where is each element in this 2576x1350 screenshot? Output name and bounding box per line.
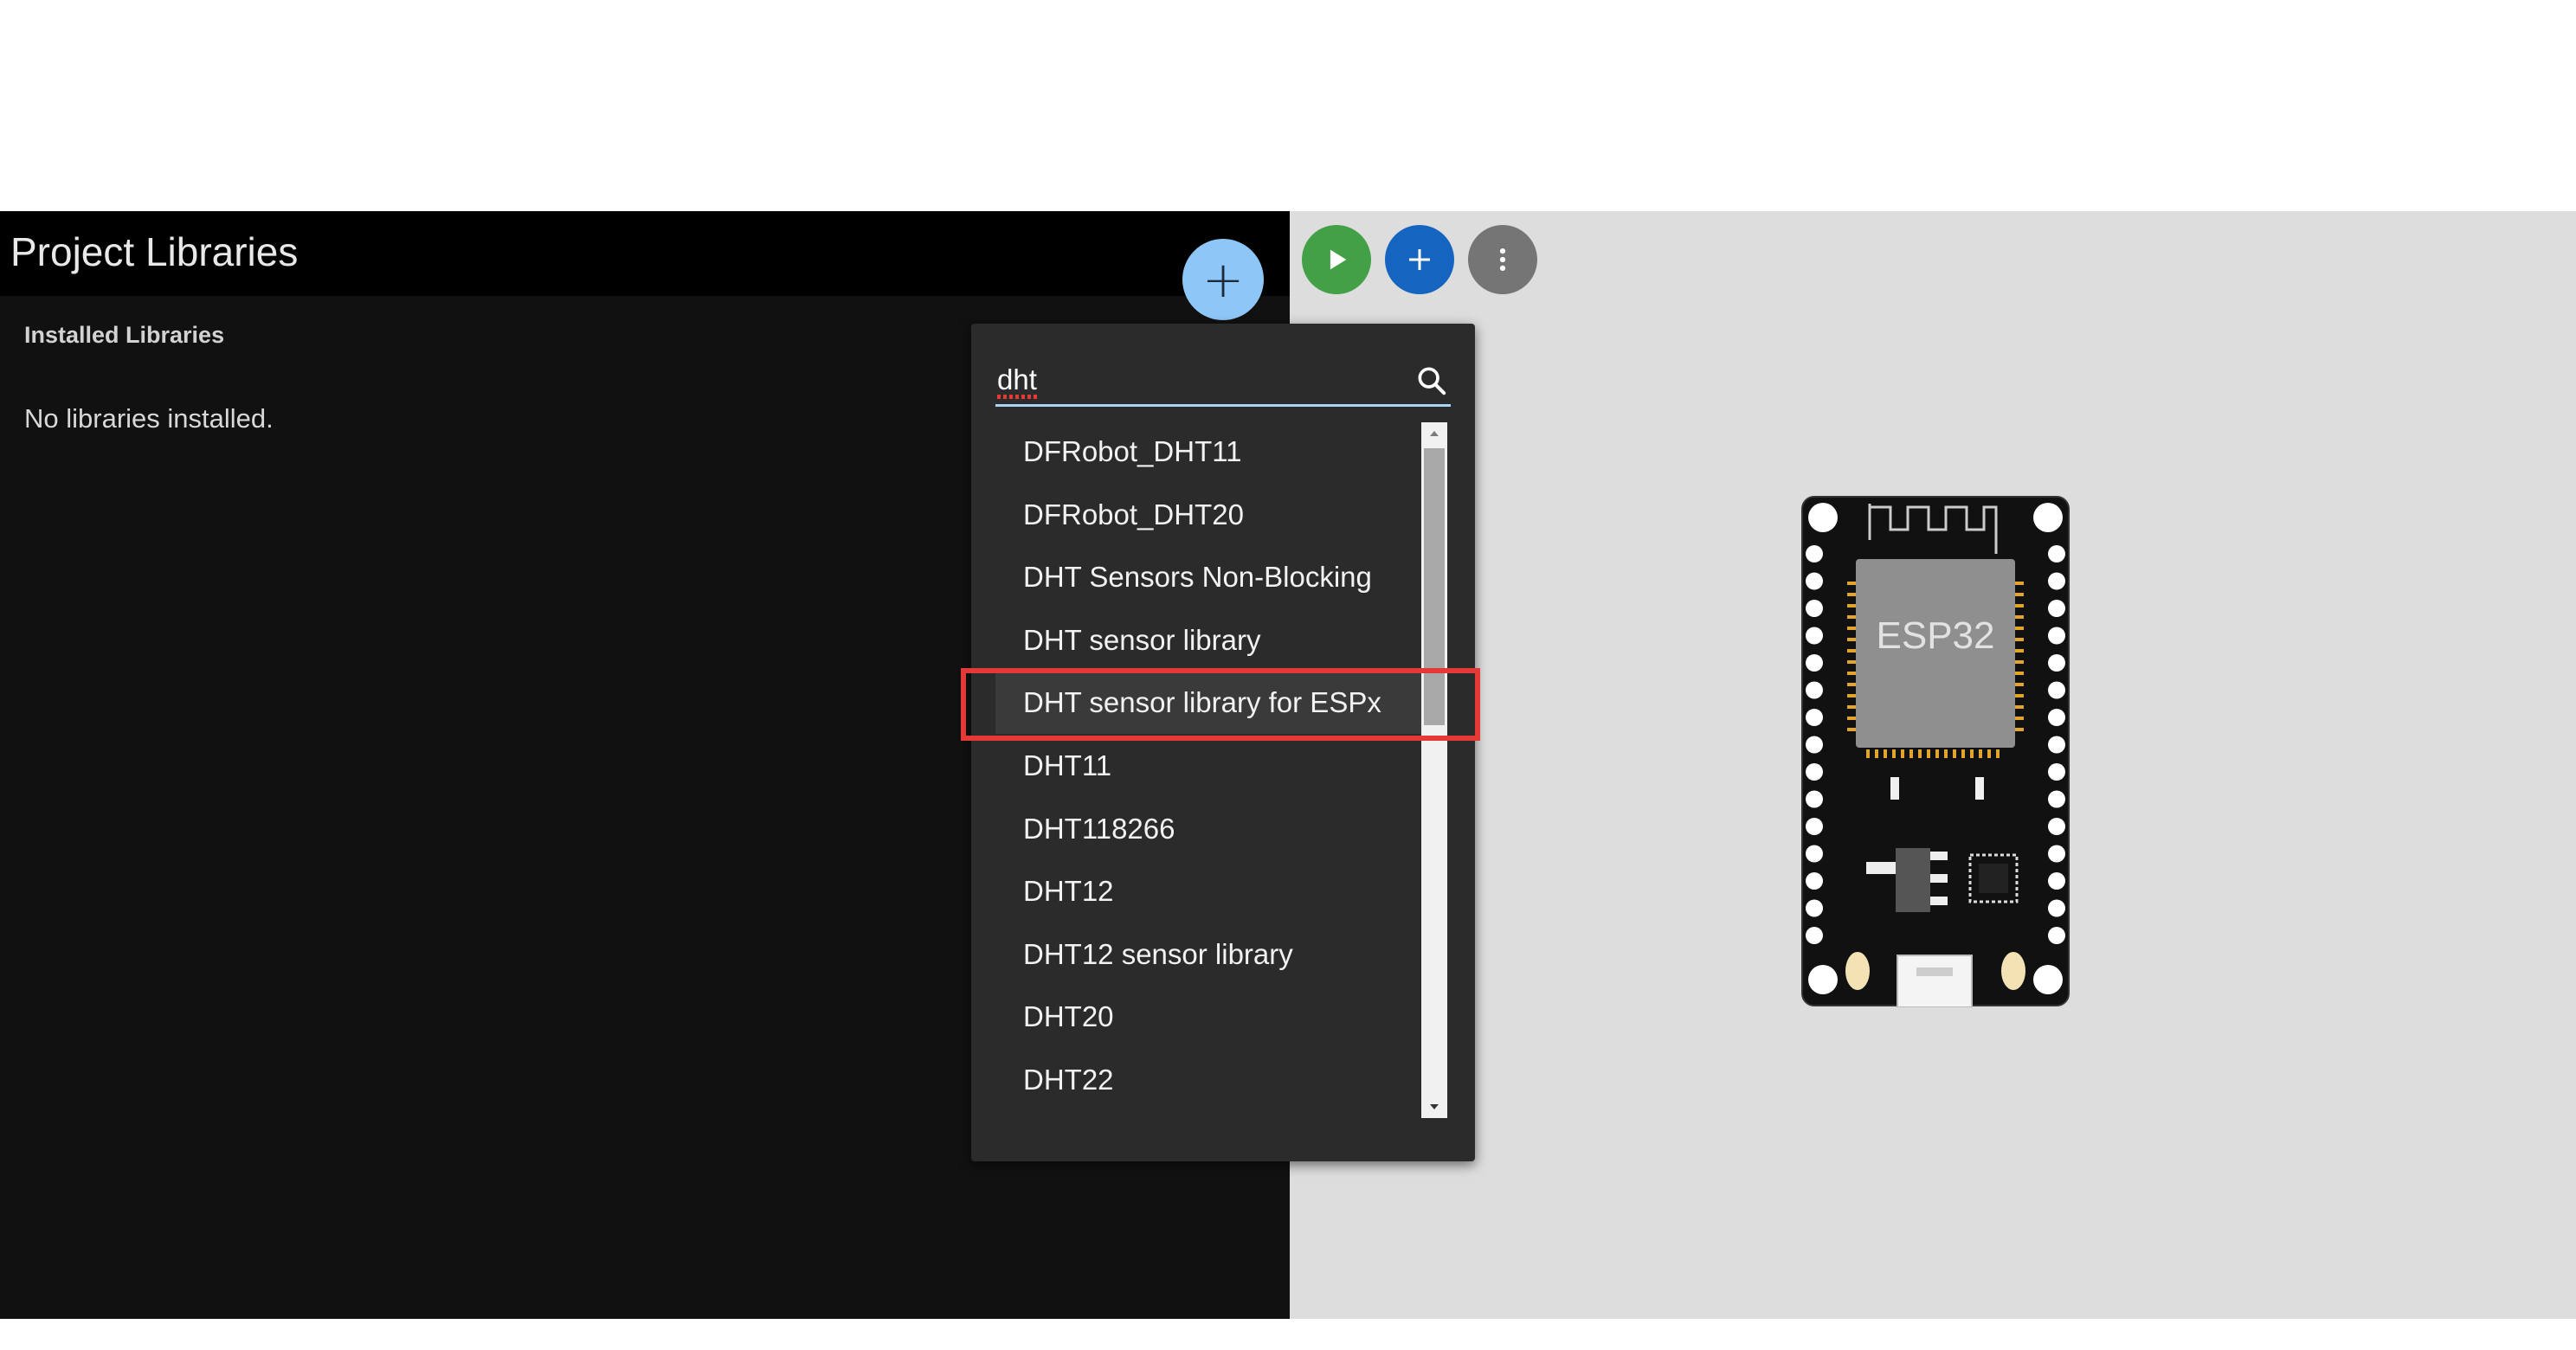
play-icon (1330, 249, 1347, 270)
library-result-item[interactable]: DHT20 (995, 986, 1425, 1048)
library-result-item[interactable]: DHT12 sensor library (995, 923, 1425, 986)
library-result-item[interactable]: DHT118266 (995, 798, 1425, 860)
add-part-button[interactable] (1385, 225, 1454, 294)
empty-libraries-message: No libraries installed. (24, 403, 274, 434)
esp32-board[interactable]: ESP32 (1800, 495, 2070, 1007)
library-results-list: DFRobot_DHT11 DFRobot_DHT20 DHT Sensors No… (995, 421, 1452, 1118)
library-result-item[interactable]: DFRobot_DHT11 (995, 421, 1425, 483)
app-stage: Project Libraries + Installed Libraries … (0, 0, 2576, 1350)
installed-libraries-label: Installed Libraries (24, 322, 225, 348)
library-result-item[interactable]: DHT sensor library (995, 609, 1425, 672)
scroll-thumb[interactable] (1424, 448, 1445, 725)
chip-label: ESP32 (1876, 614, 1995, 657)
add-library-button[interactable]: + (1182, 239, 1264, 320)
library-search-input[interactable] (995, 357, 1402, 403)
library-result-item[interactable]: DFRobot_DHT20 (995, 484, 1425, 546)
search-icon[interactable] (1414, 363, 1449, 398)
scroll-down-arrow[interactable] (1421, 1096, 1447, 1118)
library-panel-header: Project Libraries + (0, 211, 1290, 320)
library-result-item[interactable]: DHT sensor library for ESPx (995, 672, 1425, 734)
plus-icon: + (1201, 250, 1245, 309)
library-result-item[interactable]: DHT12 (995, 860, 1425, 922)
library-result-item[interactable]: DHT Sensors Non-Blocking (995, 546, 1425, 608)
library-result-item[interactable]: DHT11 (995, 735, 1425, 797)
spellcheck-underline (997, 395, 1039, 399)
plus-icon (1409, 249, 1430, 270)
library-search-dropdown: DFRobot_DHT11DFRobot_DHT20DHT Sensors No… (971, 324, 1475, 1161)
results-scrollbar[interactable] (1421, 422, 1447, 1118)
esp32-board-graphic (1801, 496, 2070, 1007)
more-options-button[interactable] (1468, 225, 1537, 294)
search-row (995, 357, 1451, 407)
panel-title: Project Libraries (10, 229, 299, 274)
start-simulation-button[interactable] (1302, 225, 1371, 294)
scroll-up-arrow[interactable] (1421, 422, 1447, 445)
more-vert-icon (1499, 248, 1506, 272)
library-result-item[interactable]: DHT22 (995, 1049, 1425, 1111)
